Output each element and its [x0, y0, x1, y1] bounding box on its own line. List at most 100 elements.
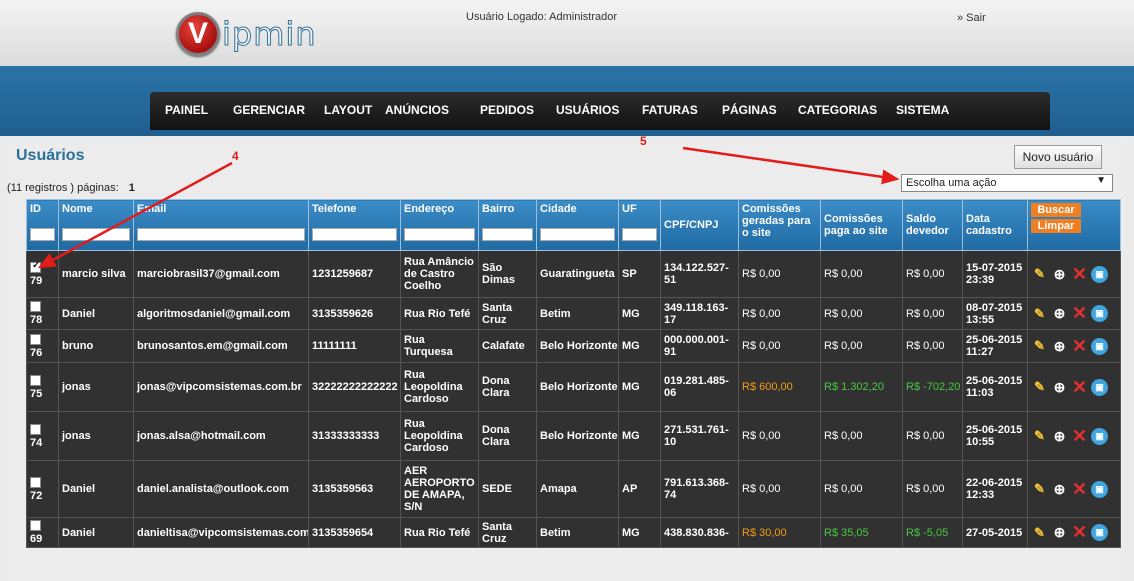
new-user-button[interactable]: Novo usuário: [1014, 145, 1102, 169]
cell-email: marciobrasil37@gmail.com: [133, 250, 309, 298]
row-checkbox[interactable]: [30, 520, 41, 531]
save-icon[interactable]: ▣: [1091, 480, 1108, 498]
save-icon[interactable]: ▣: [1091, 378, 1108, 396]
zoom-icon[interactable]: ⊕: [1051, 524, 1068, 541]
cell-email: algoritmosdaniel@gmail.com: [133, 297, 309, 330]
delete-icon[interactable]: ✕: [1071, 303, 1088, 323]
cell-comissoes-geradas: R$ 600,00: [738, 362, 821, 412]
records-info: (11 registros ) páginas: 1: [7, 182, 135, 194]
cell-telefone: 11111111: [308, 329, 401, 363]
cell-id: 79: [26, 250, 59, 298]
cell-endereco: Rua Rio Tefé: [400, 517, 479, 548]
col-saldo-label: Saldo devedor: [906, 213, 949, 237]
edit-icon[interactable]: ✎: [1031, 481, 1048, 498]
search-button[interactable]: Buscar: [1031, 203, 1081, 217]
cell-id: 74: [26, 411, 59, 461]
cell-uf: MG: [618, 329, 661, 363]
save-icon[interactable]: ▣: [1091, 337, 1108, 355]
cell-data: 15-07-2015 23:39: [962, 250, 1028, 298]
col-uf-label: UF: [622, 203, 637, 215]
logo[interactable]: V ipmin: [176, 8, 317, 60]
chevron-down-icon: ▼: [1096, 175, 1106, 186]
cell-comissoes-paga: R$ 0,00: [820, 329, 903, 363]
zoom-icon[interactable]: ⊕: [1051, 428, 1068, 445]
edit-icon[interactable]: ✎: [1031, 338, 1048, 355]
col-cidade: Cidade: [536, 199, 619, 251]
filter-id-input[interactable]: [30, 228, 55, 241]
table-row: 74 jonas jonas.alsa@hotmail.com 31333333333…: [26, 411, 1121, 461]
zoom-icon[interactable]: ⊕: [1051, 481, 1068, 498]
zoom-icon[interactable]: ⊕: [1051, 379, 1068, 396]
cell-actions: ✎ ⊕ ✕ ▣: [1027, 411, 1121, 461]
edit-icon[interactable]: ✎: [1031, 379, 1048, 396]
annotation-5: 5: [640, 134, 647, 148]
save-icon[interactable]: ▣: [1091, 427, 1108, 445]
menu-item-usuarios[interactable]: USUÁRIOS: [556, 103, 619, 117]
row-id: 74: [30, 436, 43, 449]
edit-icon[interactable]: ✎: [1031, 266, 1048, 283]
action-select-value: Escolha uma ação: [906, 177, 997, 189]
cell-cidade: Belo Horizonte: [536, 362, 619, 412]
filter-cidade-input[interactable]: [540, 228, 615, 241]
delete-icon[interactable]: ✕: [1071, 426, 1088, 446]
menu-item-paginas[interactable]: PÁGINAS: [722, 103, 777, 117]
filter-endereco-input[interactable]: [404, 228, 475, 241]
menu-item-categorias[interactable]: CATEGORIAS: [798, 103, 877, 117]
filter-bairro-input[interactable]: [482, 228, 533, 241]
menu-item-faturas[interactable]: FATURAS: [642, 103, 698, 117]
menu-item-gerenciar[interactable]: GERENCIAR: [233, 103, 305, 117]
row-checkbox[interactable]: [30, 374, 41, 386]
cell-cidade: Belo Horizonte: [536, 411, 619, 461]
filter-telefone-input[interactable]: [312, 228, 397, 241]
row-checkbox[interactable]: [30, 333, 41, 345]
delete-icon[interactable]: ✕: [1071, 336, 1088, 356]
menu-item-pedidos[interactable]: PEDIDOS: [480, 103, 534, 117]
edit-icon[interactable]: ✎: [1031, 305, 1048, 322]
delete-icon[interactable]: ✕: [1071, 264, 1088, 284]
annotation-4: 4: [232, 149, 239, 163]
menu-item-anuncios[interactable]: ANÚNCIOS: [385, 103, 449, 117]
edit-icon[interactable]: ✎: [1031, 428, 1048, 445]
cell-endereco: AER AEROPORTO DE AMAPA, S/N: [400, 460, 479, 518]
page-number[interactable]: 1: [129, 182, 135, 194]
row-checkbox[interactable]: [30, 260, 41, 273]
row-checkbox[interactable]: [30, 476, 41, 488]
save-icon[interactable]: ▣: [1091, 265, 1108, 283]
save-icon[interactable]: ▣: [1091, 305, 1108, 322]
filter-uf-input[interactable]: [622, 228, 657, 241]
zoom-icon[interactable]: ⊕: [1051, 305, 1068, 322]
filter-nome-input[interactable]: [62, 228, 130, 241]
cell-saldo: R$ -702,20: [902, 362, 963, 412]
clear-button[interactable]: Limpar: [1031, 219, 1081, 233]
cell-cidade: Belo Horizonte: [536, 329, 619, 363]
row-checkbox[interactable]: [30, 423, 41, 435]
cell-uf: MG: [618, 362, 661, 412]
table-header-row: ID Nome Email Telefone Endereço Bairro C…: [26, 199, 1121, 251]
cell-bairro: São Dimas: [478, 250, 537, 298]
cell-comissoes-paga: R$ 1.302,20: [820, 362, 903, 412]
zoom-icon[interactable]: ⊕: [1051, 266, 1068, 283]
col-comissoes-paga-label: Comissões paga ao site: [824, 213, 888, 237]
delete-icon[interactable]: ✕: [1071, 377, 1088, 397]
action-select[interactable]: Escolha uma ação ▼: [901, 174, 1113, 192]
filter-email-input[interactable]: [137, 228, 305, 241]
row-checkbox[interactable]: [30, 301, 41, 312]
delete-icon[interactable]: ✕: [1071, 479, 1088, 499]
delete-icon[interactable]: ✕: [1071, 522, 1088, 542]
cell-cpf: 134.122.527-51: [660, 250, 739, 298]
menu-item-sistema[interactable]: SISTEMA: [896, 103, 949, 117]
cell-uf: AP: [618, 460, 661, 518]
zoom-icon[interactable]: ⊕: [1051, 338, 1068, 355]
cell-email: brunosantos.em@gmail.com: [133, 329, 309, 363]
cell-email: jonas@vipcomsistemas.com.br: [133, 362, 309, 412]
col-saldo: Saldo devedor: [902, 199, 963, 251]
edit-icon[interactable]: ✎: [1031, 524, 1048, 541]
logout-link[interactable]: » Sair: [957, 12, 986, 24]
menu-item-layout[interactable]: LAYOUT: [324, 103, 372, 117]
menu-item-painel[interactable]: PAINEL: [165, 103, 208, 117]
col-cpf-label: CPF/CNPJ: [664, 219, 719, 231]
cell-comissoes-paga: R$ 35,05: [820, 517, 903, 548]
cell-saldo: R$ 0,00: [902, 460, 963, 518]
cell-bairro: Calafate: [478, 329, 537, 363]
save-icon[interactable]: ▣: [1091, 524, 1108, 541]
